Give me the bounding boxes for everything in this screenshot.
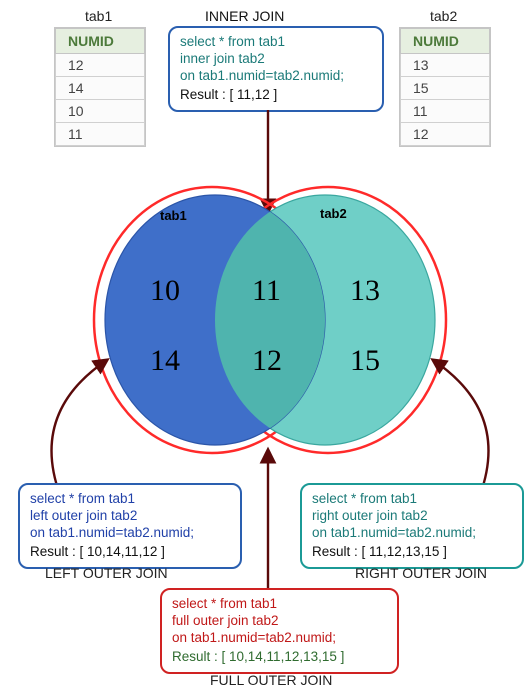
title-full-join: FULL OUTER JOIN bbox=[210, 672, 332, 688]
arrow-right bbox=[433, 360, 489, 495]
venn-label-tab1: tab1 bbox=[160, 208, 187, 223]
venn-num-left-0: 10 bbox=[150, 274, 180, 307]
venn-num-int-0: 11 bbox=[252, 274, 281, 307]
sql-result-right: Result : [ 11,12,13,15 ] bbox=[312, 544, 512, 561]
venn-num-right-0: 13 bbox=[350, 274, 380, 307]
sql-box-left: select * from tab1 left outer join tab2 … bbox=[18, 483, 242, 569]
sql-result-full: Result : [ 10,14,11,12,13,15 ] bbox=[172, 649, 387, 666]
sql-box-full: select * from tab1 full outer join tab2 … bbox=[160, 588, 399, 674]
title-right-join: RIGHT OUTER JOIN bbox=[355, 565, 487, 581]
venn-num-int-1: 12 bbox=[252, 344, 282, 377]
venn-num-right-1: 15 bbox=[350, 344, 380, 377]
sql-query-full: select * from tab1 full outer join tab2 … bbox=[172, 596, 387, 647]
venn-label-tab2: tab2 bbox=[320, 206, 347, 221]
venn-num-left-1: 14 bbox=[150, 344, 180, 377]
sql-result-left: Result : [ 10,14,11,12 ] bbox=[30, 544, 230, 561]
sql-query-right: select * from tab1 right outer join tab2… bbox=[312, 491, 512, 542]
title-left-join: LEFT OUTER JOIN bbox=[45, 565, 168, 581]
sql-box-right: select * from tab1 right outer join tab2… bbox=[300, 483, 524, 569]
diagram-stage: tab1 INNER JOIN tab2 NUMID 12 14 10 11 N… bbox=[0, 0, 525, 694]
arrow-left bbox=[51, 360, 107, 495]
sql-query-left: select * from tab1 left outer join tab2 … bbox=[30, 491, 230, 542]
